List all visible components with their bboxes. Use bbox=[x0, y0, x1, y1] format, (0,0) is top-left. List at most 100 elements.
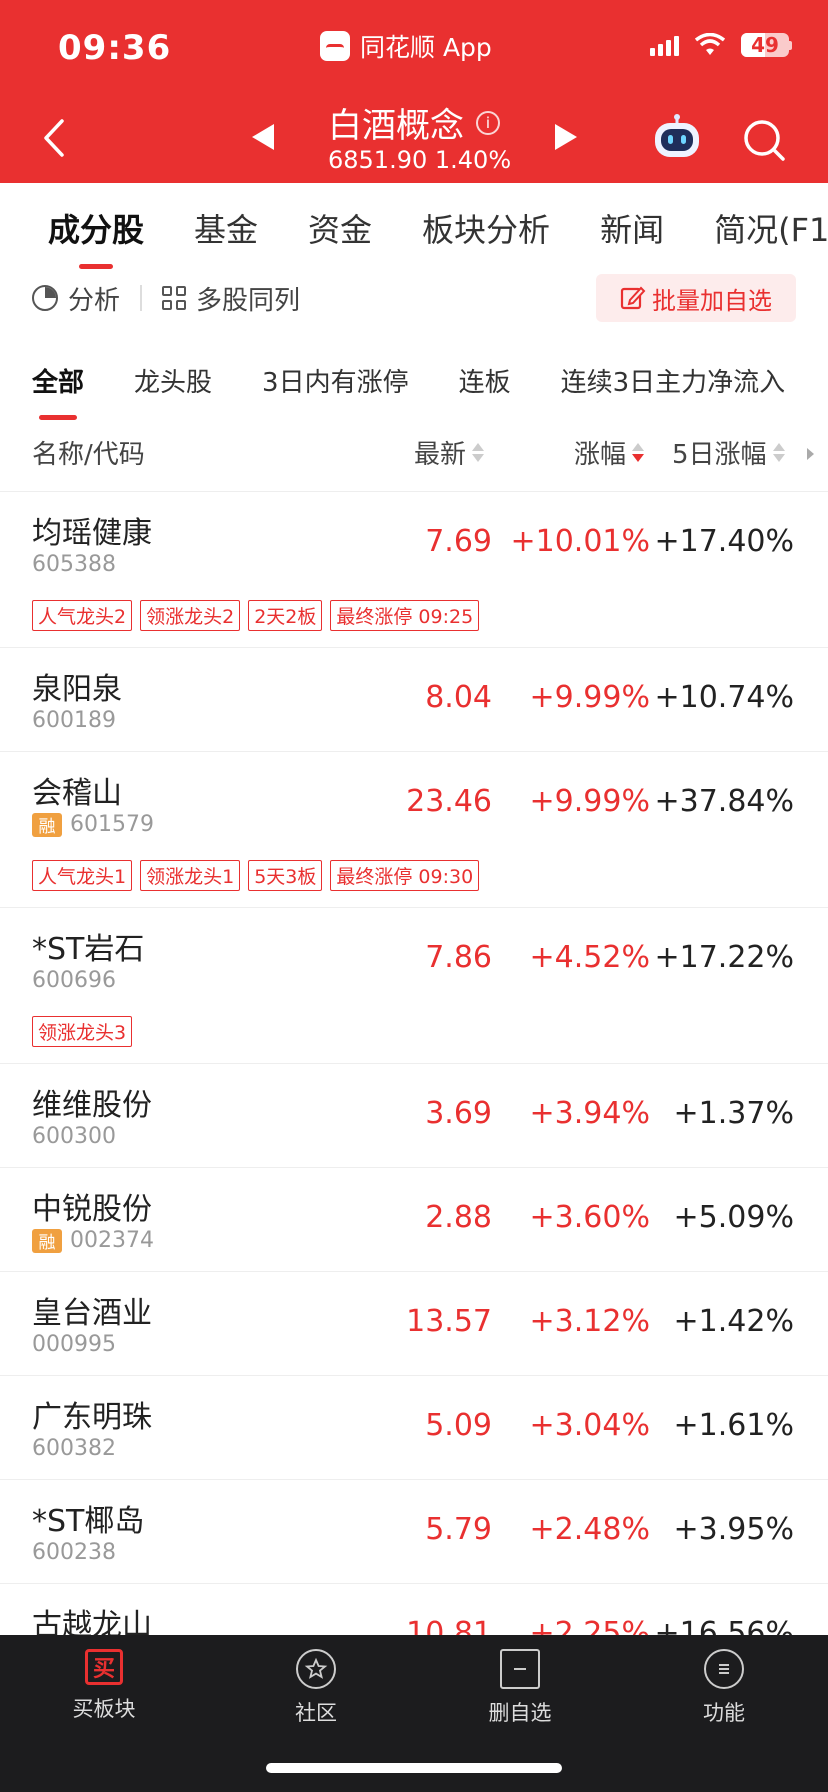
nav-label: 买板块 bbox=[72, 1697, 136, 1721]
filter-consecutive[interactable]: 连板 bbox=[459, 362, 511, 406]
stock-name: 均瑶健康 bbox=[32, 516, 152, 551]
board-quote: 6851.90 1.40% bbox=[328, 146, 511, 174]
stock-name: *ST椰岛 bbox=[32, 1504, 145, 1539]
batch-add-watchlist-button[interactable]: 批量加自选 bbox=[596, 274, 796, 322]
board-title[interactable]: 白酒概念 i bbox=[328, 98, 500, 147]
filter-limit-up-3d[interactable]: 3日内有涨停 bbox=[262, 362, 409, 406]
tab-overview-f10[interactable]: 简况(F10 bbox=[714, 205, 828, 265]
margin-badge: 融 bbox=[32, 812, 62, 837]
stock-change: +3.12% bbox=[529, 1304, 650, 1339]
column-latest[interactable]: 最新 bbox=[414, 434, 485, 471]
stock-tag[interactable]: 5天3板 bbox=[248, 860, 323, 891]
stock-tag[interactable]: 人气龙头1 bbox=[32, 860, 133, 891]
stock-price: 2.88 bbox=[425, 1200, 492, 1235]
stock-tag[interactable]: 2天2板 bbox=[248, 600, 323, 631]
back-chevron-icon[interactable] bbox=[40, 118, 68, 158]
tab-funds[interactable]: 基金 bbox=[194, 205, 258, 265]
filter-all[interactable]: 全部 bbox=[32, 362, 84, 420]
grid-icon bbox=[162, 286, 187, 310]
sort-icon bbox=[472, 443, 485, 462]
stock-name: 会稽山 bbox=[32, 776, 122, 811]
column-name-code: 名称/代码 bbox=[32, 440, 145, 470]
stock-change: +10.01% bbox=[510, 524, 650, 559]
stock-price: 8.04 bbox=[425, 680, 492, 715]
stock-name: 广东明珠 bbox=[32, 1400, 152, 1435]
more-columns-arrow-icon[interactable] bbox=[807, 448, 814, 460]
stock-five-day-change: +17.40% bbox=[654, 524, 794, 559]
stock-code: 600300 bbox=[32, 1124, 116, 1149]
app-title: 同花顺 App bbox=[320, 28, 492, 64]
multi-stock-label: 多股同列 bbox=[196, 285, 301, 316]
stock-row[interactable]: 维维股份 600300 3.69 +3.94% +1.37% bbox=[0, 1064, 828, 1168]
battery-level: 49 bbox=[751, 33, 779, 57]
sort-descending-icon bbox=[632, 443, 645, 462]
tab-constituents[interactable]: 成分股 bbox=[48, 205, 144, 269]
nav-label: 社区 bbox=[295, 1701, 337, 1725]
stock-price: 23.46 bbox=[406, 784, 492, 819]
stock-row[interactable]: 泉阳泉 600189 8.04 +9.99% +10.74% bbox=[0, 648, 828, 752]
stock-code: 600238 bbox=[32, 1540, 116, 1565]
multi-stock-button[interactable]: 多股同列 bbox=[162, 280, 300, 317]
nav-community[interactable]: 社区 bbox=[256, 1649, 376, 1727]
filter-leaders[interactable]: 龙头股 bbox=[134, 362, 212, 406]
tools-row: 分析 多股同列 bbox=[32, 276, 300, 320]
search-icon[interactable] bbox=[742, 118, 786, 162]
stock-code: 600382 bbox=[32, 1436, 116, 1461]
nav-remove-watchlist[interactable]: 删自选 bbox=[460, 1649, 580, 1727]
column-change[interactable]: 涨幅 bbox=[574, 434, 645, 471]
robot-assistant-icon[interactable] bbox=[652, 114, 702, 160]
stock-name: 中锐股份 bbox=[32, 1192, 152, 1227]
stock-name: 皇台酒业 bbox=[32, 1296, 152, 1331]
tab-capital[interactable]: 资金 bbox=[308, 205, 372, 265]
cellular-signal-icon bbox=[650, 34, 679, 56]
edit-icon bbox=[620, 286, 646, 310]
stock-name: 维维股份 bbox=[32, 1088, 152, 1123]
analysis-button[interactable]: 分析 bbox=[32, 280, 120, 317]
stock-five-day-change: +10.74% bbox=[654, 680, 794, 715]
stock-tag[interactable]: 领涨龙头1 bbox=[140, 860, 241, 891]
stock-tag[interactable]: 领涨龙头2 bbox=[140, 600, 241, 631]
nav-label: 功能 bbox=[703, 1701, 745, 1725]
tab-news[interactable]: 新闻 bbox=[600, 205, 664, 265]
column-five-day[interactable]: 5日涨幅 bbox=[672, 434, 785, 471]
stock-code-line: 605388 bbox=[32, 552, 116, 577]
menu-icon bbox=[704, 1649, 744, 1689]
stock-row[interactable]: *ST岩石 600696 7.86 +4.52% +17.22% 领涨龙头3 bbox=[0, 908, 828, 1064]
stock-row[interactable]: 广东明珠 600382 5.09 +3.04% +1.61% bbox=[0, 1376, 828, 1480]
stock-tag[interactable]: 领涨龙头3 bbox=[32, 1016, 133, 1047]
header: 09:36 同花顺 App 49 白酒概念 i 6851.90 1.40% bbox=[0, 0, 828, 183]
stock-row[interactable]: 中锐股份融 002374 2.88 +3.60% +5.09% bbox=[0, 1168, 828, 1272]
status-time: 09:36 bbox=[58, 28, 172, 68]
app-logo-icon bbox=[320, 31, 350, 61]
previous-board-arrow-icon[interactable] bbox=[252, 124, 274, 150]
stock-price: 5.09 bbox=[425, 1408, 492, 1443]
wifi-icon bbox=[694, 32, 726, 57]
stock-five-day-change: +1.61% bbox=[673, 1408, 794, 1443]
stock-row[interactable]: 均瑶健康 605388 7.69 +10.01% +17.40% 人气龙头2 领涨龙头2 2天… bbox=[0, 492, 828, 648]
app-name: 同花顺 App bbox=[360, 33, 492, 62]
community-star-icon bbox=[296, 1649, 336, 1689]
next-board-arrow-icon[interactable] bbox=[555, 124, 577, 150]
stock-tag[interactable]: 人气龙头2 bbox=[32, 600, 133, 631]
home-indicator[interactable] bbox=[266, 1763, 562, 1773]
nav-buy-sector[interactable]: 买 买板块 bbox=[44, 1649, 164, 1723]
info-icon[interactable]: i bbox=[476, 110, 500, 135]
filter-net-inflow-3d[interactable]: 连续3日主力净流入 bbox=[561, 362, 786, 406]
stock-row[interactable]: 皇台酒业 000995 13.57 +3.12% +1.42% bbox=[0, 1272, 828, 1376]
board-name: 白酒概念 bbox=[328, 106, 464, 146]
stock-list: 均瑶健康 605388 7.69 +10.01% +17.40% 人气龙头2 领涨龙头2 2天… bbox=[0, 492, 828, 1688]
stock-change: +2.48% bbox=[529, 1512, 650, 1547]
tab-sector-analysis[interactable]: 板块分析 bbox=[422, 205, 550, 265]
stock-code-line: 600382 bbox=[32, 1436, 116, 1461]
stock-price: 13.57 bbox=[406, 1304, 492, 1339]
stock-row[interactable]: *ST椰岛 600238 5.79 +2.48% +3.95% bbox=[0, 1480, 828, 1584]
category-tabs: 成分股 基金 资金 板块分析 新闻 简况(F10 bbox=[0, 205, 828, 269]
stock-tag[interactable]: 最终涨停 09:30 bbox=[330, 860, 480, 891]
stock-name: *ST岩石 bbox=[32, 932, 145, 967]
column-change-label: 涨幅 bbox=[574, 440, 627, 470]
nav-functions[interactable]: 功能 bbox=[664, 1649, 784, 1727]
stock-row[interactable]: 会稽山融 601579 23.46 +9.99% +37.84% 人气龙头1 领涨龙头1 5天… bbox=[0, 752, 828, 908]
stock-tags: 人气龙头1 领涨龙头1 5天3板 最终涨停 09:30 bbox=[32, 860, 480, 891]
stock-tag[interactable]: 最终涨停 09:25 bbox=[330, 600, 480, 631]
board-price: 6851.90 bbox=[328, 146, 428, 174]
